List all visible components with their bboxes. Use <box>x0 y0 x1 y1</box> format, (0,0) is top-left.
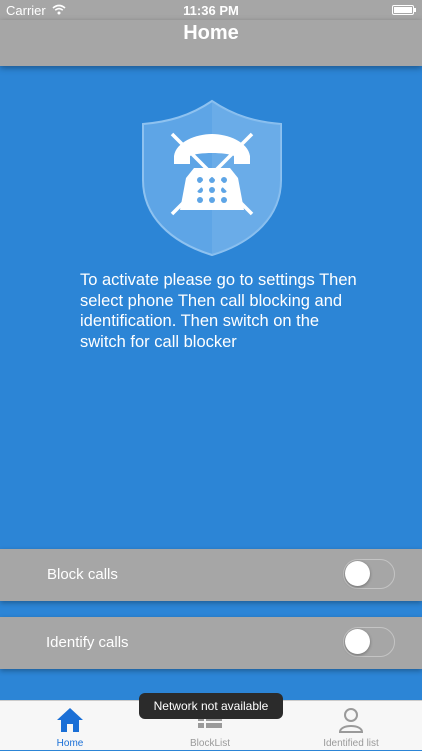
block-calls-row: Block calls <box>0 549 422 601</box>
network-toast: Network not available <box>139 693 283 719</box>
tab-identified-list[interactable]: Identified list <box>300 701 402 751</box>
activation-instructions: To activate please go to settings Then s… <box>80 271 357 351</box>
tab-identified-label: Identified list <box>323 738 379 749</box>
shield-phone-icon <box>138 98 286 258</box>
identify-calls-row: Identify calls <box>0 617 422 669</box>
block-calls-label: Block calls <box>47 566 118 583</box>
status-time: 11:36 PM <box>183 3 239 18</box>
battery-icon <box>392 5 416 15</box>
page-title: Home <box>183 22 239 44</box>
switch-knob <box>345 629 370 654</box>
identify-calls-switch[interactable] <box>343 627 395 657</box>
switch-knob <box>345 561 370 586</box>
identify-calls-label: Identify calls <box>46 634 129 651</box>
status-bar: Carrier 11:36 PM <box>0 0 422 20</box>
tab-blocklist-label: BlockList <box>189 738 230 749</box>
tab-home-label: Home <box>56 738 84 749</box>
home-icon <box>55 706 85 739</box>
navigation-bar: Home <box>0 20 422 66</box>
tab-home[interactable]: Home <box>30 701 110 751</box>
person-icon <box>337 706 365 739</box>
block-calls-switch[interactable] <box>343 559 395 589</box>
